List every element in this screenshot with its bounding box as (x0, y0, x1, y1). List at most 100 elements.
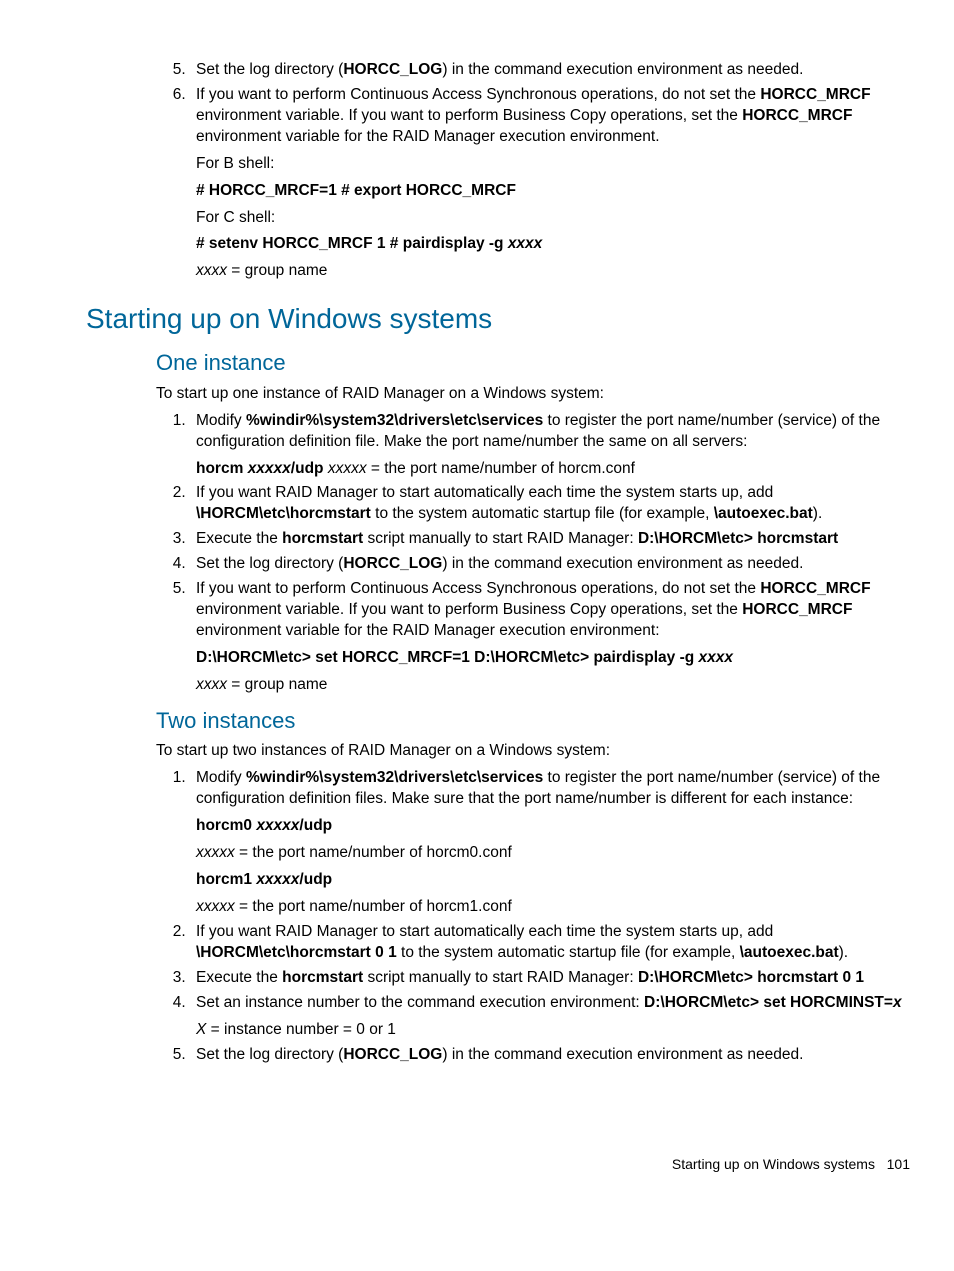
text-bold: horcm1 (196, 871, 256, 888)
text-bold: %windir%\system32\drivers\etc\services (246, 769, 543, 786)
footer-label: Starting up on Windows systems (672, 1156, 875, 1172)
text: Set the log directory ( (196, 555, 343, 572)
page-footer: Starting up on Windows systems 101 (86, 1155, 914, 1174)
list-item: Set an instance number to the command ex… (190, 993, 914, 1041)
text: = group name (227, 262, 327, 279)
text-bold: horcm (196, 460, 248, 477)
text-bold: D:\HORCM\etc> set HORCMINST= (644, 994, 893, 1011)
sub-line: horcm xxxxx/udp xxxxx = the port name/nu… (196, 459, 914, 480)
text-bold: /udp (299, 817, 332, 834)
text-bold: \autoexec.bat (714, 505, 813, 522)
list-item: Set the log directory (HORCC_LOG) in the… (190, 60, 914, 81)
paragraph: To start up two instances of RAID Manage… (156, 741, 914, 762)
list-item: Modify %windir%\system32\drivers\etc\ser… (190, 768, 914, 918)
text-italic: xxxxx (256, 871, 299, 888)
text: environment variable for the RAID Manage… (196, 128, 660, 145)
list-item: Set the log directory (HORCC_LOG) in the… (190, 1045, 914, 1066)
text: ). (839, 944, 848, 961)
text-italic: xxxxx (196, 898, 235, 915)
sub-line: # HORCC_MRCF=1 # export HORCC_MRCF (196, 181, 914, 202)
list-item: If you want to perform Continuous Access… (190, 579, 914, 696)
text-bold: /udp (299, 871, 332, 888)
text: ) in the command execution environment a… (442, 1046, 803, 1063)
text: Modify (196, 412, 246, 429)
text: script manually to start RAID Manager: (363, 969, 638, 986)
prev-section-list: Set the log directory (HORCC_LOG) in the… (156, 60, 914, 282)
sub-line: xxxxx = the port name/number of horcm0.c… (196, 843, 914, 864)
text: If you want to perform Continuous Access… (196, 86, 760, 103)
text-bold: HORCC_MRCF (760, 580, 870, 597)
text: Modify (196, 769, 246, 786)
text: = the port name/number of horcm0.conf (235, 844, 512, 861)
list-item: Execute the horcmstart script manually t… (190, 968, 914, 989)
sub-line: # setenv HORCC_MRCF 1 # pairdisplay -g x… (196, 234, 914, 255)
text: Execute the (196, 969, 282, 986)
text-italic: xxxxx (248, 460, 291, 477)
text: If you want to perform Continuous Access… (196, 580, 760, 597)
paragraph: To start up one instance of RAID Manager… (156, 384, 914, 405)
text-bold: \HORCM\etc\horcmstart (196, 505, 371, 522)
text-italic: xxxx (699, 649, 733, 666)
list-item: If you want to perform Continuous Access… (190, 85, 914, 282)
text: environment variable. If you want to per… (196, 601, 742, 618)
text: ) in the command execution environment a… (442, 555, 803, 572)
text: Set an instance number to the command ex… (196, 994, 644, 1011)
text: environment variable. If you want to per… (196, 107, 742, 124)
text: If you want RAID Manager to start automa… (196, 923, 773, 940)
sub-line: X = instance number = 0 or 1 (196, 1020, 914, 1041)
text-italic: x (893, 994, 902, 1011)
text-bold: HORCC_MRCF (742, 107, 852, 124)
text-italic: X (196, 1021, 206, 1038)
text-bold: /udp (291, 460, 324, 477)
text-bold: \autoexec.bat (740, 944, 839, 961)
text: = the port name/number of horcm.conf (367, 460, 635, 477)
text: = instance number = 0 or 1 (206, 1021, 396, 1038)
text-bold: %windir%\system32\drivers\etc\services (246, 412, 543, 429)
page-number: 101 (887, 1156, 910, 1172)
list-item: Set the log directory (HORCC_LOG) in the… (190, 554, 914, 575)
one-instance-list: Modify %windir%\system32\drivers\etc\ser… (156, 411, 914, 696)
sub-line: For B shell: (196, 154, 914, 175)
text-bold: horcmstart (282, 530, 363, 547)
text-bold: D:\HORCM\etc> horcmstart (638, 530, 838, 547)
text: script manually to start RAID Manager: (363, 530, 638, 547)
sub-line: horcm0 xxxxx/udp (196, 816, 914, 837)
sub-line: horcm1 xxxxx/udp (196, 870, 914, 891)
text-italic: xxxxx (256, 817, 299, 834)
text: to the system automatic startup file (fo… (371, 505, 714, 522)
text-bold: D:\HORCM\etc> set HORCC_MRCF=1 D:\HORCM\… (196, 649, 699, 666)
sub-line: xxxx = group name (196, 261, 914, 282)
text: Set the log directory ( (196, 1046, 343, 1063)
text-bold: HORCC_MRCF (760, 86, 870, 103)
text-bold: # setenv HORCC_MRCF 1 # pairdisplay -g (196, 235, 508, 252)
text: = group name (227, 676, 327, 693)
list-item: If you want RAID Manager to start automa… (190, 483, 914, 525)
two-instances-list: Modify %windir%\system32\drivers\etc\ser… (156, 768, 914, 1065)
text-italic: xxxx (196, 262, 227, 279)
text: Set the log directory ( (196, 61, 343, 78)
text-bold: HORCC_LOG (343, 1046, 442, 1063)
text: environment variable for the RAID Manage… (196, 622, 660, 639)
list-item: Modify %windir%\system32\drivers\etc\ser… (190, 411, 914, 480)
text: = the port name/number of horcm1.conf (235, 898, 512, 915)
list-item: If you want RAID Manager to start automa… (190, 922, 914, 964)
text-bold: HORCC_LOG (343, 61, 442, 78)
text-italic: xxxxx (196, 844, 235, 861)
text-italic: xxxx (196, 676, 227, 693)
section-heading: Starting up on Windows systems (86, 300, 914, 338)
text-italic: xxxxx (328, 460, 367, 477)
text-bold: horcmstart (282, 969, 363, 986)
text: If you want RAID Manager to start automa… (196, 484, 773, 501)
text: ) in the command execution environment a… (442, 61, 803, 78)
text-bold: \HORCM\etc\horcmstart 0 1 (196, 944, 397, 961)
text: Execute the (196, 530, 282, 547)
subsection-heading: One instance (156, 348, 914, 378)
text-bold: horcm0 (196, 817, 256, 834)
text-bold: HORCC_LOG (343, 555, 442, 572)
text: ). (813, 505, 822, 522)
text-bold: D:\HORCM\etc> horcmstart 0 1 (638, 969, 864, 986)
text-bold: HORCC_MRCF (742, 601, 852, 618)
text: to the system automatic startup file (fo… (397, 944, 740, 961)
sub-line: xxxxx = the port name/number of horcm1.c… (196, 897, 914, 918)
sub-line: xxxx = group name (196, 675, 914, 696)
